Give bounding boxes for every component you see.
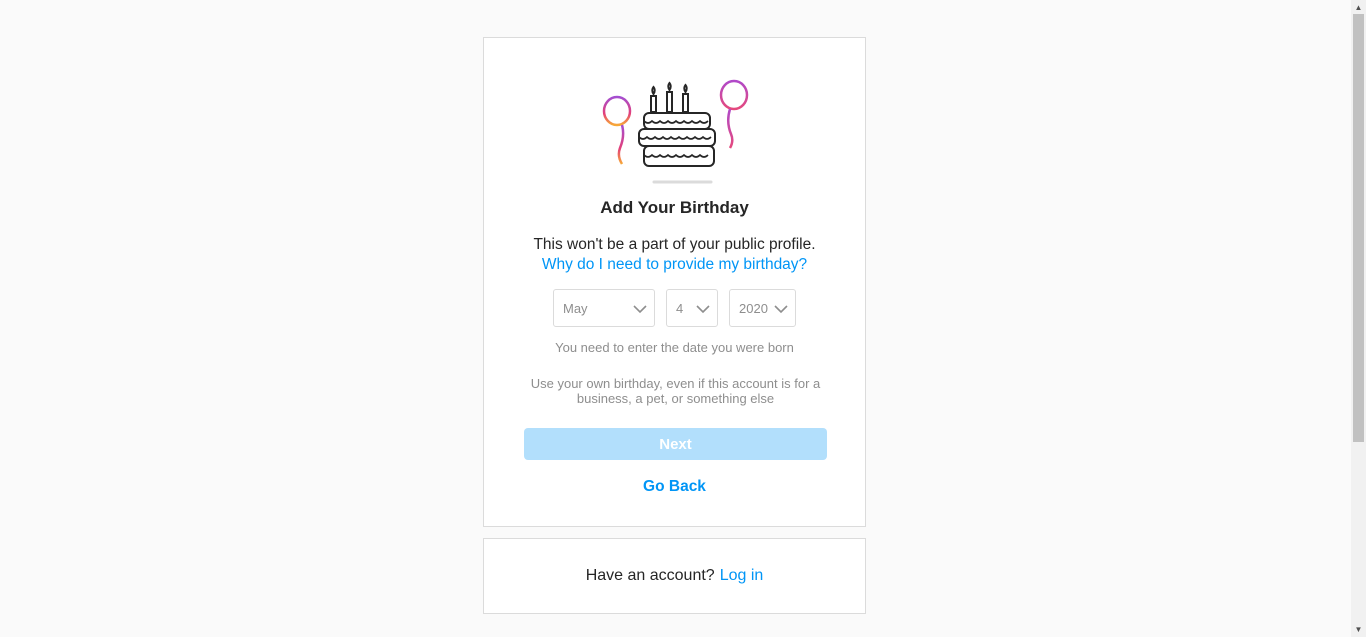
chevron-down-icon [696,305,710,314]
birthday-selects: May 4 2020 [484,289,865,327]
signup-page: Add Your Birthday This won't be a part o… [0,0,1366,637]
triangle-down-icon[interactable]: ▼ [1354,625,1363,634]
month-select[interactable]: May [553,289,655,327]
why-birthday-link[interactable]: Why do I need to provide my birthday? [484,256,865,274]
chevron-down-icon [774,305,788,314]
login-prompt: Have an account? [585,567,715,584]
month-select-value: May [563,300,588,316]
birthday-cake-balloons-icon [602,79,749,184]
scrollbar-thumb[interactable] [1353,14,1364,442]
day-select-value: 4 [676,300,684,316]
year-select-value: 2020 [739,300,768,316]
triangle-up-icon[interactable]: ▲ [1354,3,1363,12]
day-select[interactable]: 4 [666,289,718,327]
chevron-down-icon [633,305,647,314]
next-button[interactable]: Next [524,428,827,460]
page-title: Add Your Birthday [600,198,749,217]
subtitle-text: This won't be a part of your public prof… [533,236,816,253]
page-scrollbar[interactable]: ▲ ▼ [1351,0,1366,637]
login-link[interactable]: Log in [720,567,764,585]
go-back-button[interactable]: Go Back [484,478,865,496]
year-select[interactable]: 2020 [729,289,796,327]
birthday-note: Use your own birthday, even if this acco… [530,376,821,406]
birthday-card: Add Your Birthday This won't be a part o… [483,37,866,527]
login-card: Have an account? Log in [483,538,866,614]
birthday-hint: You need to enter the date you were born [555,340,794,355]
